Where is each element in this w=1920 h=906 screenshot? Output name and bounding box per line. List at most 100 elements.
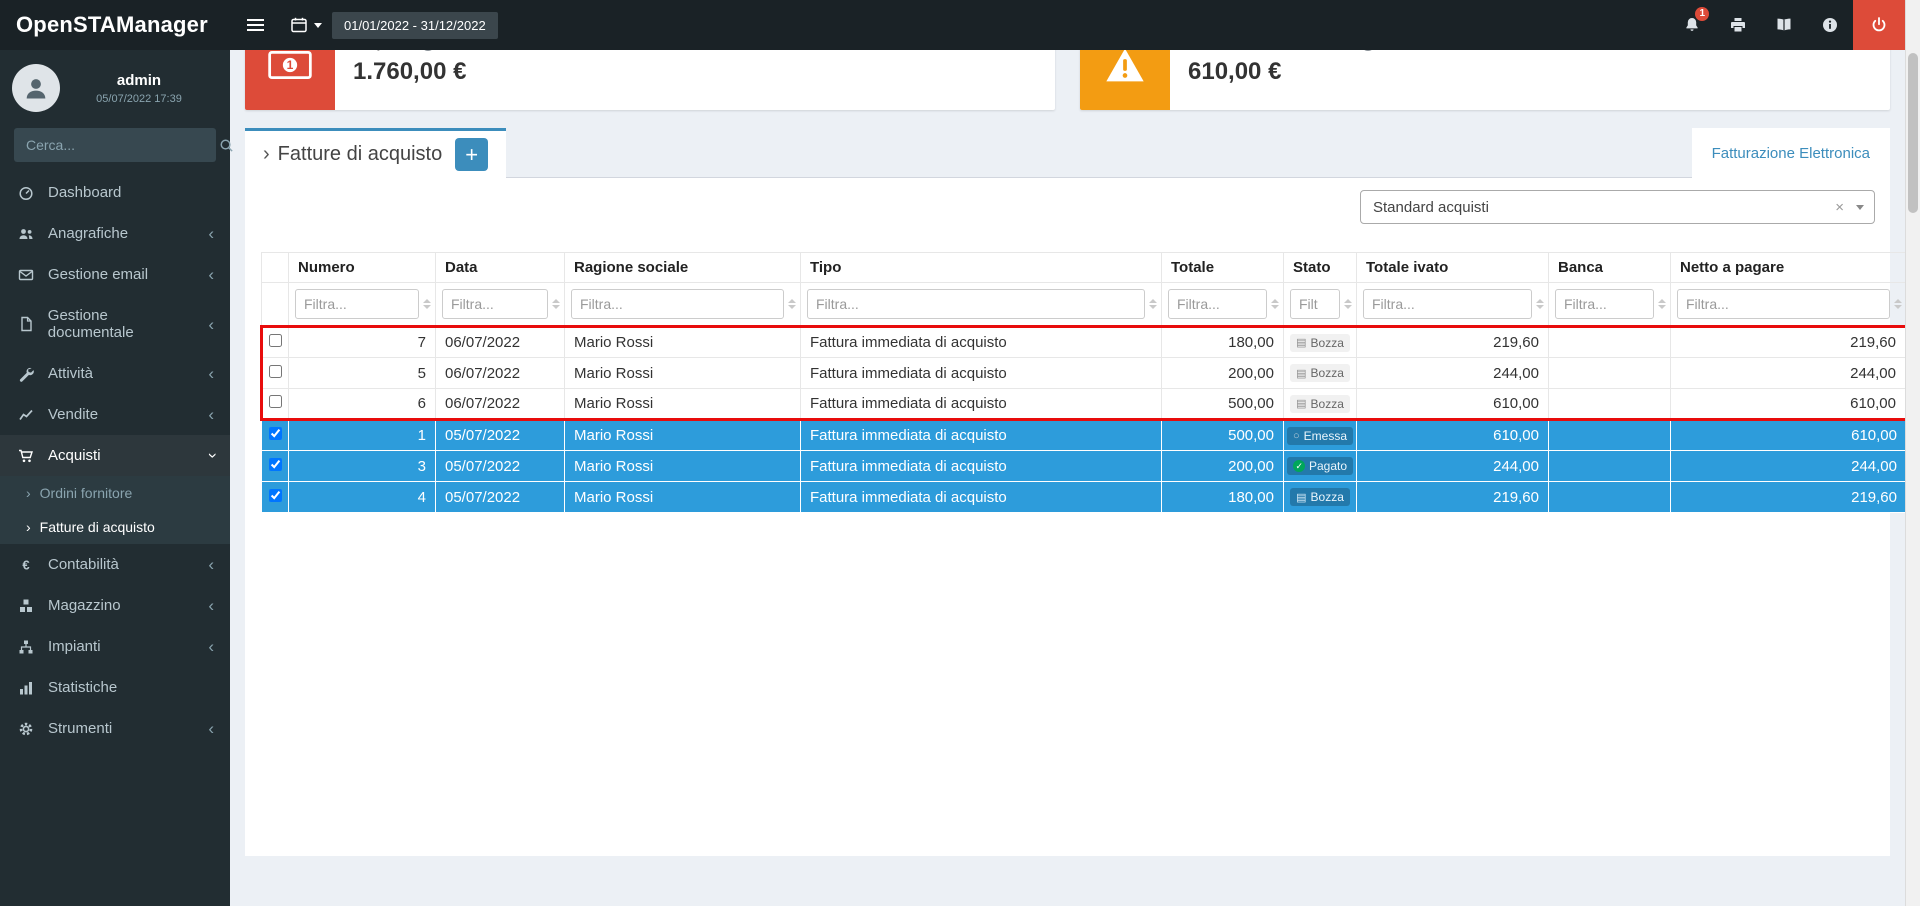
sort-icon[interactable] [1536,299,1544,309]
filter-totale-ivato-input[interactable] [1363,289,1532,319]
sidebar-item-gestione-documentale[interactable]: Gestione documentale [0,295,230,353]
calendar-icon [290,16,308,34]
topbar: OpenSTAManager 01/01/2022 - 31/12/2022 1 [0,0,1905,50]
filter-numero-input[interactable] [295,289,419,319]
sort-icon[interactable] [1658,299,1666,309]
sidebar-item-contabilita[interactable]: € Contabilità [0,544,230,585]
clear-selection-icon[interactable] [1835,199,1844,216]
sort-icon[interactable] [1344,299,1352,309]
chevron-left-icon [208,316,214,333]
column-header-tipo[interactable]: Tipo [801,253,1162,283]
row-checkbox[interactable] [269,334,282,347]
sidebar-item-anagrafiche[interactable]: Anagrafiche [0,213,230,254]
page-scrollbar-track[interactable] [1905,0,1920,906]
search-input[interactable] [14,128,219,162]
sidebar-item-statistiche[interactable]: Statistiche [0,667,230,708]
cell-totale: 200,00 [1162,358,1284,389]
invoice-row[interactable]: 3 05/07/2022 Mario Rossi Fattura immedia… [262,451,1907,482]
row-checkbox[interactable] [269,365,282,378]
column-header-data[interactable]: Data [436,253,565,283]
cell-numero: 6 [289,389,436,420]
row-checkbox[interactable] [269,458,282,471]
electronic-invoicing-link[interactable]: Fatturazione Elettronica [1712,145,1870,162]
info-button[interactable] [1807,0,1853,50]
invoice-row[interactable]: 7 06/07/2022 Mario Rossi Fattura immedia… [262,327,1907,358]
search-button[interactable] [219,128,234,162]
column-header-totale-ivato[interactable]: Totale ivato [1357,253,1549,283]
tab-fatture-di-acquisto[interactable]: Fatture di acquisto + [245,128,506,178]
page-scrollbar-thumb[interactable] [1908,53,1918,213]
sidebar-item-gestione-email[interactable]: Gestione email [0,254,230,295]
row-checkbox[interactable] [269,395,282,408]
sort-icon[interactable] [788,299,796,309]
filter-stato-input[interactable] [1290,289,1340,319]
sidebar-item-magazzino[interactable]: Magazzino [0,585,230,626]
sidebar-item-acquisti[interactable]: Acquisti [0,435,230,476]
svg-text:1: 1 [287,58,294,72]
sort-icon[interactable] [423,299,431,309]
daterange-picker-button[interactable] [280,0,332,50]
module-filter-select[interactable]: Standard acquisti [1360,190,1875,224]
envelope-icon [16,267,36,283]
invoice-row[interactable]: 6 06/07/2022 Mario Rossi Fattura immedia… [262,389,1907,420]
avatar [12,64,60,112]
column-header-totale[interactable]: Totale [1162,253,1284,283]
filter-netto-a-pagare-input[interactable] [1677,289,1890,319]
sort-icon[interactable] [1271,299,1279,309]
cell-ragione-sociale: Mario Rossi [565,389,801,420]
user-name: admin [60,72,218,89]
chevron-right-icon [263,143,270,166]
add-invoice-button[interactable]: + [455,138,488,171]
filter-data-input[interactable] [442,289,548,319]
manual-button[interactable] [1761,0,1807,50]
sidebar-item-fatture-di-acquisto[interactable]: Fatture di acquisto [0,510,230,544]
cell-data: 06/07/2022 [436,358,565,389]
filter-banca-input[interactable] [1555,289,1654,319]
daterange-value[interactable]: 01/01/2022 - 31/12/2022 [332,12,498,39]
sort-icon[interactable] [552,299,560,309]
sidebar-item-label: Contabilità [48,556,119,573]
line-chart-icon [16,407,36,423]
page-title-text: Fatture di acquisto [278,143,443,166]
invoice-row[interactable]: 4 05/07/2022 Mario Rossi Fattura immedia… [262,482,1907,513]
row-checkbox[interactable] [269,489,282,502]
column-header-netto-a-pagare[interactable]: Netto a pagare [1671,253,1907,283]
sidebar-item-impianti[interactable]: Impianti [0,626,230,667]
status-badge: Bozza [1290,364,1350,382]
cell-numero: 4 [289,482,436,513]
print-button[interactable] [1715,0,1761,50]
cell-stato: Bozza [1284,358,1357,389]
invoice-row[interactable]: 1 05/07/2022 Mario Rossi Fattura immedia… [262,420,1907,451]
sidebar-item-strumenti[interactable]: Strumenti [0,708,230,749]
sort-icon[interactable] [1149,299,1157,309]
sort-icon[interactable] [1894,299,1902,309]
sidebar-item-ordini-fornitore[interactable]: Ordini fornitore [0,476,230,510]
chevron-left-icon [208,597,214,614]
column-header-banca[interactable]: Banca [1549,253,1671,283]
sidebar-item-attivita[interactable]: Attività [0,353,230,394]
logout-button[interactable] [1853,0,1905,50]
main-content: 1 ACQUISTI 1.760,00 € DEBITI VERSO FORNI… [230,0,1905,856]
filter-totale-input[interactable] [1168,289,1267,319]
status-badge: Emessa [1287,427,1353,445]
table-filter-row [262,283,1907,327]
cell-data: 05/07/2022 [436,482,565,513]
column-header-ragione-sociale[interactable]: Ragione sociale [565,253,801,283]
status-draft-icon [1296,491,1306,504]
row-checkbox[interactable] [269,427,282,440]
invoice-row[interactable]: 5 06/07/2022 Mario Rossi Fattura immedia… [262,358,1907,389]
filter-tipo-input[interactable] [807,289,1145,319]
cell-totale: 500,00 [1162,389,1284,420]
sidebar-toggle-button[interactable] [230,0,280,50]
sidebar-item-vendite[interactable]: Vendite [0,394,230,435]
column-header-numero[interactable]: Numero [289,253,436,283]
cell-totale-ivato: 219,60 [1357,327,1549,358]
sidebar-item-dashboard[interactable]: Dashboard [0,172,230,213]
column-header-stato[interactable]: Stato [1284,253,1357,283]
notifications-button[interactable]: 1 [1669,0,1715,50]
chevron-left-icon [208,556,214,573]
chevron-left-icon [208,638,214,655]
cell-data: 06/07/2022 [436,389,565,420]
app-logo[interactable]: OpenSTAManager [0,0,230,50]
filter-ragione-sociale-input[interactable] [571,289,784,319]
